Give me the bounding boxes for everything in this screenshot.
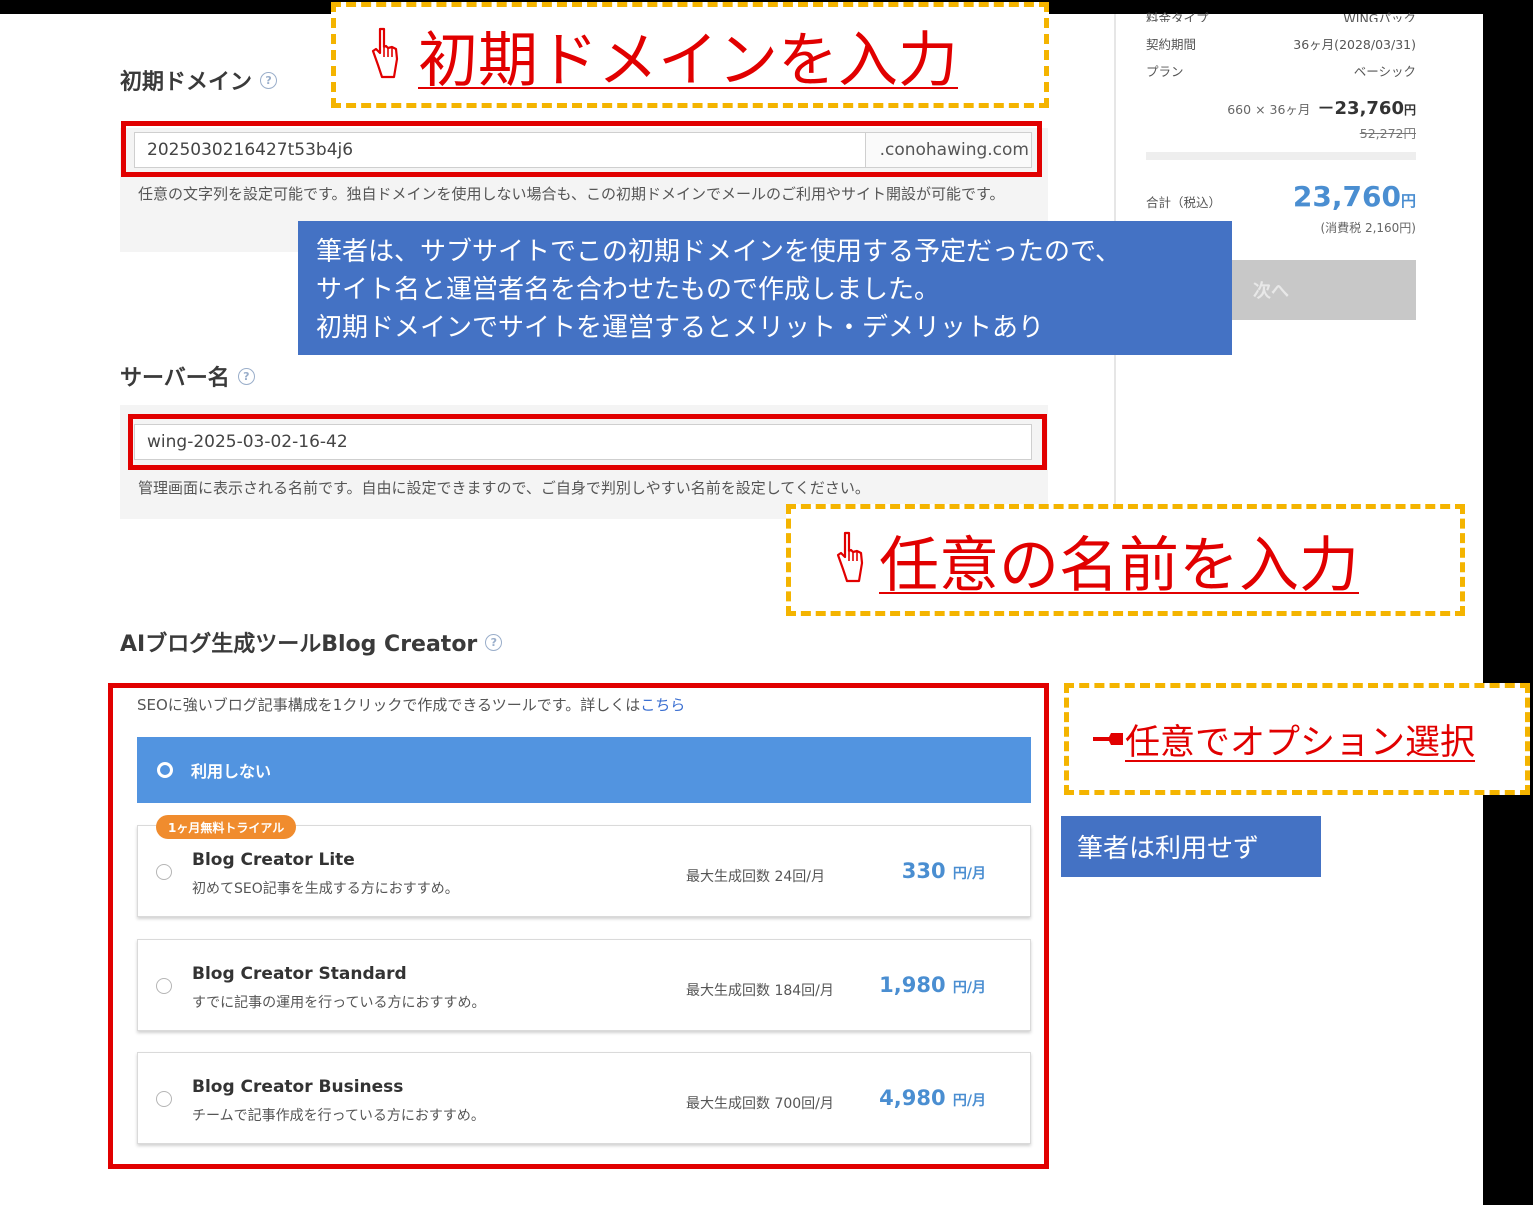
banner-domain-text: 初期ドメインを入力 (418, 25, 958, 96)
server-note: 管理画面に表示される名前です。自由に設定できますので、ご自身で判別しやすい名前を… (138, 479, 870, 497)
summary-minus: － (1317, 99, 1335, 119)
summary-total-row: 合計（税込） 23,760円 (1146, 180, 1416, 213)
summary-plan-label: プラン (1146, 64, 1184, 79)
pointing-hand-icon (368, 25, 400, 85)
callout-line-3: 初期ドメインでサイトを運営するとメリット・デメリットあり (316, 313, 1045, 343)
banner-name-text: 任意の名前を入力 (879, 530, 1359, 601)
banner-option: 任意でオプション選択 (1064, 683, 1530, 795)
help-circle-icon[interactable]: ? (485, 633, 503, 651)
domain-note: 任意の文字列を設定可能です。独自ドメインを使用しない場合も、この初期ドメインでメ… (138, 185, 1005, 203)
banner-option-text: 任意でオプション選択 (1125, 722, 1476, 763)
summary-yen: 円 (1403, 103, 1416, 117)
domain-section-title: 初期ドメイン ? (120, 64, 278, 96)
summary-calc-row: 660 × 36ヶ月 －23,760円 (1146, 94, 1416, 119)
server-section-title: サーバー名 ? (120, 360, 255, 392)
callout-line-2: サイト名と運営者名を合わせたもので作成しました。 (316, 275, 941, 305)
summary-row-type: 料金タイプ WINGパック (1146, 8, 1416, 22)
callout-not-used: 筆者は利用せず (1061, 816, 1321, 877)
summary-type-label: 料金タイプ (1146, 11, 1209, 22)
blog-highlight-frame (108, 683, 1049, 1169)
domain-highlight-frame (121, 121, 1042, 177)
pointing-hand-icon (833, 529, 867, 591)
summary-row-plan: プラン ベーシック (1146, 61, 1416, 80)
summary-total-wrap: 23,760円 (1293, 180, 1416, 213)
summary-calc: 660 × 36ヶ月 (1227, 102, 1311, 117)
help-circle-icon[interactable]: ? (260, 71, 278, 89)
blog-section-title: AIブログ生成ツールBlog Creator ? (120, 626, 503, 658)
help-circle-icon[interactable]: ? (237, 367, 255, 385)
summary-total-yen: 円 (1400, 192, 1416, 210)
next-button-label: 次へ (1253, 281, 1289, 302)
page-canvas: 料金タイプ WINGパック 契約期間 36ヶ月(2028/03/31) プラン … (0, 2, 1530, 1205)
banner-name: 任意の名前を入力 (786, 504, 1465, 616)
server-highlight-frame (128, 414, 1047, 470)
domain-label: 初期ドメイン (120, 70, 253, 95)
summary-discounted: 23,760 (1334, 98, 1404, 119)
summary-row-period: 契約期間 36ヶ月(2028/03/31) (1146, 34, 1416, 53)
summary-plan-value: ベーシック (1353, 64, 1416, 79)
summary-original-price: 52,272円 (1359, 126, 1416, 141)
summary-tax-text: (消費税 2,160円) (1320, 221, 1416, 235)
summary-type-value: WINGパック (1343, 11, 1416, 22)
banner-domain: 初期ドメインを入力 (331, 2, 1049, 108)
summary-period-label: 契約期間 (1146, 37, 1197, 52)
server-label: サーバー名 (120, 366, 230, 391)
callout-not-used-text: 筆者は利用せず (1077, 834, 1260, 864)
summary-period-value: 36ヶ月(2028/03/31) (1293, 37, 1416, 52)
summary-divider (1146, 152, 1416, 160)
blog-label: AIブログ生成ツールBlog Creator (120, 632, 478, 657)
summary-total-label: 合計（税込） (1146, 195, 1222, 210)
callout-line-1: 筆者は、サブサイトでこの初期ドメインを使用する予定だったので、 (316, 237, 1121, 267)
summary-total: 23,760 (1292, 180, 1401, 213)
pointing-left-hand-icon (1091, 730, 1125, 748)
summary-original: 52,272円 (1146, 123, 1416, 142)
callout-note: 筆者は、サブサイトでこの初期ドメインを使用する予定だったので、 サイト名と運営者… (298, 221, 1232, 355)
